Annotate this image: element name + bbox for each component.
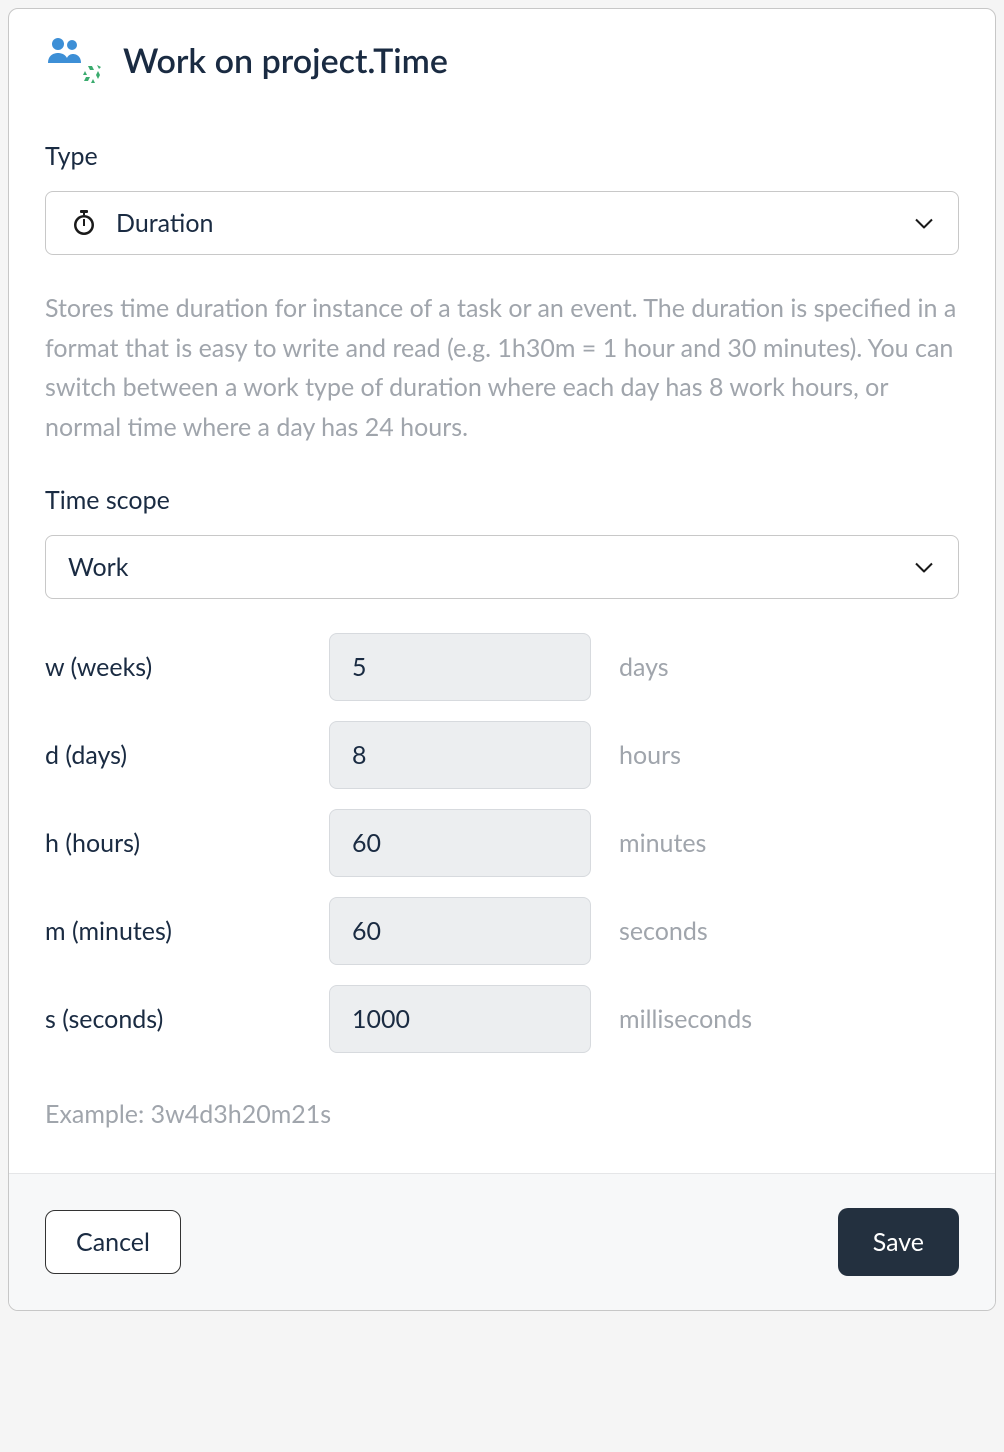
unit-label: w (weeks) (45, 652, 329, 682)
unit-input-weeks[interactable] (329, 633, 591, 701)
unit-suffix: milliseconds (619, 1004, 752, 1034)
time-scope-select[interactable]: Work (45, 535, 959, 599)
unit-label: h (hours) (45, 828, 329, 858)
unit-row-weeks: w (weeks) days (45, 633, 959, 701)
unit-input-seconds[interactable] (329, 985, 591, 1053)
unit-suffix: days (619, 652, 669, 682)
time-scope-field: Time scope Work (45, 485, 959, 599)
header-icon-group (45, 37, 101, 83)
cancel-button[interactable]: Cancel (45, 1210, 181, 1274)
unit-label: d (days) (45, 740, 329, 770)
stopwatch-icon (72, 210, 96, 236)
unit-suffix: minutes (619, 828, 706, 858)
unit-input-minutes[interactable] (329, 897, 591, 965)
type-field: Type Duration (45, 141, 959, 447)
dialog-footer: Cancel Save (9, 1173, 995, 1310)
dialog-title: Work on project.Time (123, 40, 448, 81)
unit-row-hours: h (hours) minutes (45, 809, 959, 877)
unit-row-seconds: s (seconds) milliseconds (45, 985, 959, 1053)
unit-input-days[interactable] (329, 721, 591, 789)
unit-label: s (seconds) (45, 1004, 329, 1034)
time-scope-value: Work (68, 552, 128, 582)
time-scope-label: Time scope (45, 485, 959, 515)
dialog-header: Work on project.Time (45, 37, 959, 83)
type-value: Duration (116, 208, 213, 238)
unit-suffix: seconds (619, 916, 708, 946)
type-label: Type (45, 141, 959, 171)
unit-row-days: d (days) hours (45, 721, 959, 789)
dialog: Work on project.Time Type Duration (8, 8, 996, 1311)
unit-label: m (minutes) (45, 916, 329, 946)
type-select[interactable]: Duration (45, 191, 959, 255)
unit-input-hours[interactable] (329, 809, 591, 877)
unit-row-minutes: m (minutes) seconds (45, 897, 959, 965)
dialog-body: Work on project.Time Type Duration (9, 9, 995, 1173)
people-icon (45, 37, 85, 65)
unit-suffix: hours (619, 740, 681, 770)
units-table: w (weeks) days d (days) hours h (hours) … (45, 633, 959, 1053)
example-text: Example: 3w4d3h20m21s (45, 1099, 959, 1129)
recycle-icon (81, 63, 105, 87)
type-help-text: Stores time duration for instance of a t… (45, 289, 959, 447)
save-button[interactable]: Save (838, 1208, 959, 1276)
